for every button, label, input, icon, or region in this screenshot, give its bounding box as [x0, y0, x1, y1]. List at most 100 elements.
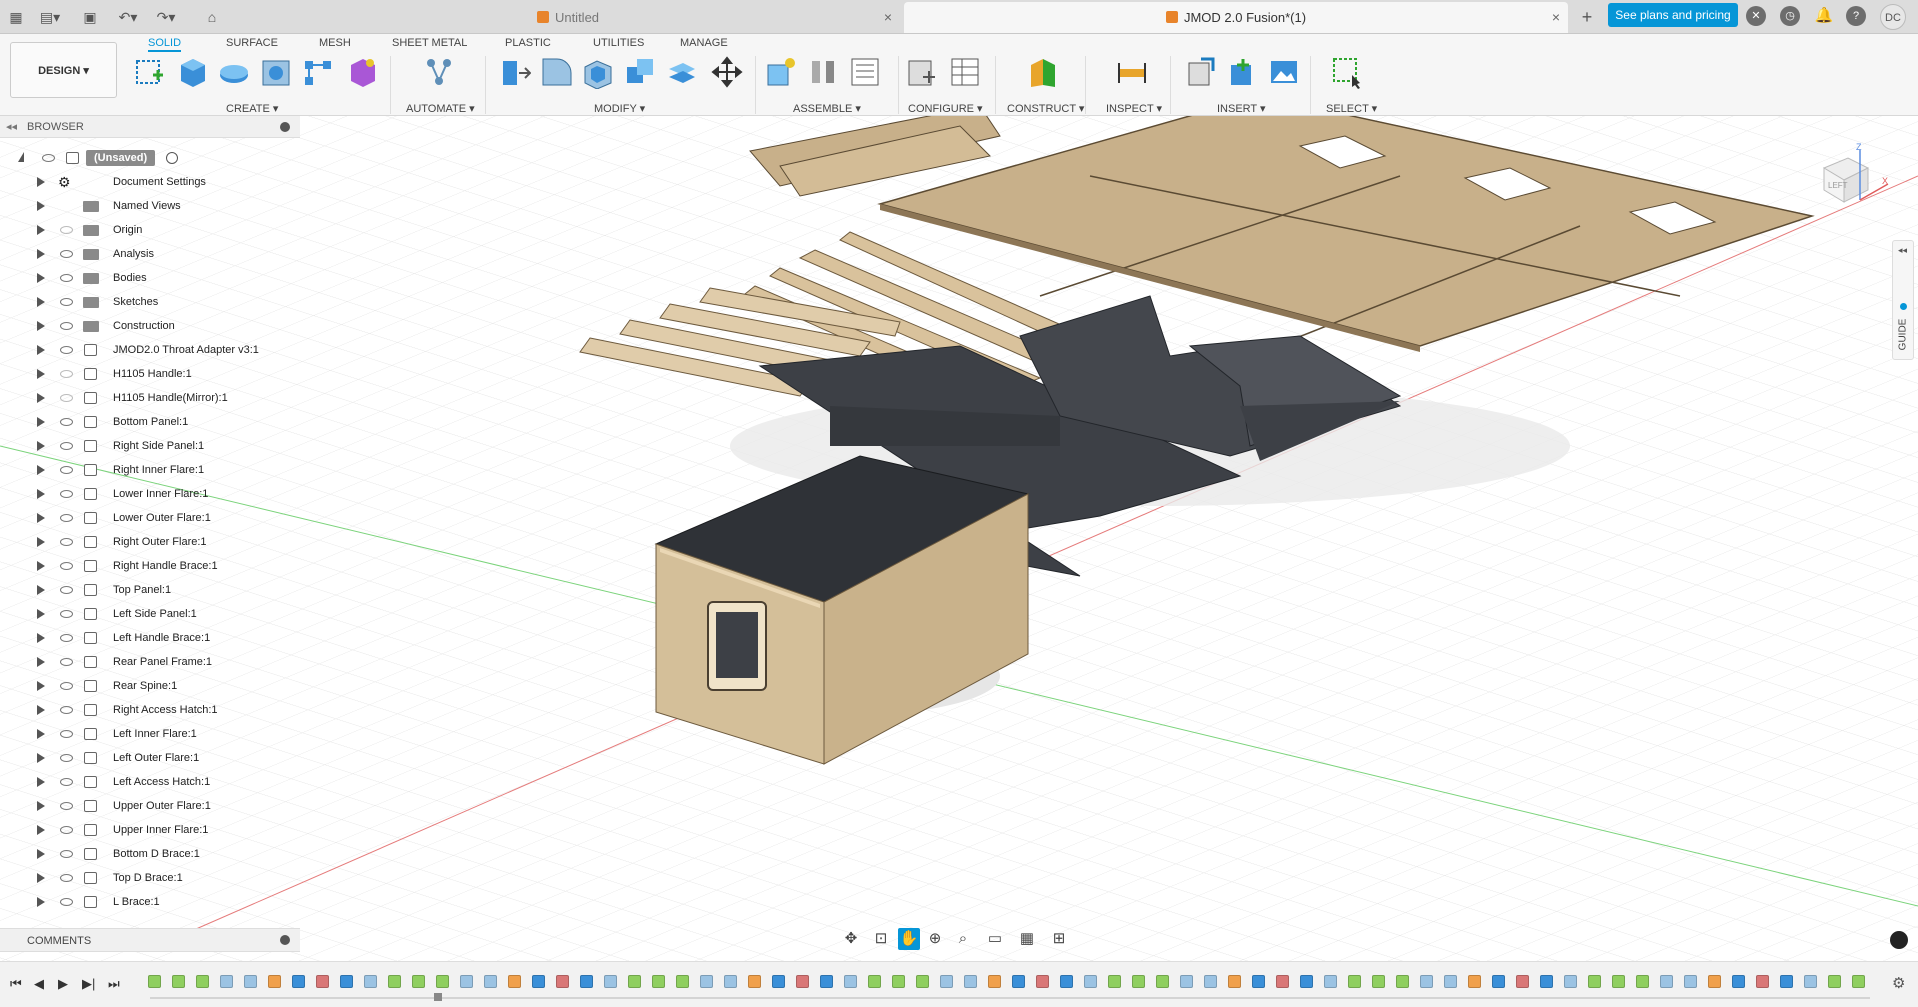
pattern-icon[interactable] — [301, 55, 335, 89]
browser-item[interactable]: Bottom Panel:1 — [0, 410, 300, 434]
pan-icon[interactable]: ✋ — [898, 928, 920, 950]
timeline-feature[interactable] — [1540, 975, 1553, 988]
zoom-window-icon[interactable]: ⊕ — [924, 928, 946, 950]
configure-icon[interactable] — [905, 55, 939, 89]
timeline-feature[interactable] — [1852, 975, 1865, 988]
timeline-feature[interactable] — [844, 975, 857, 988]
timeline-feature[interactable] — [340, 975, 353, 988]
visibility-icon[interactable] — [60, 826, 73, 834]
timeline-feature[interactable] — [1036, 975, 1049, 988]
timeline-feature[interactable] — [1372, 975, 1385, 988]
scale-icon[interactable] — [665, 55, 699, 89]
expand-icon[interactable] — [37, 753, 45, 763]
tab-sheet-metal[interactable]: SHEET METAL — [392, 34, 467, 52]
activity-icon[interactable] — [1890, 931, 1908, 949]
automate-menu[interactable]: AUTOMATE ▾ — [406, 102, 475, 115]
browser-item[interactable]: Sketches — [0, 290, 300, 314]
expand-icon[interactable] — [37, 609, 45, 619]
expand-icon[interactable] — [37, 801, 45, 811]
timeline-feature[interactable] — [748, 975, 761, 988]
timeline-feature[interactable] — [724, 975, 737, 988]
browser-item[interactable]: JMOD2.0 Throat Adapter v3:1 — [0, 338, 300, 362]
timeline-feature[interactable] — [1468, 975, 1481, 988]
timeline-feature[interactable] — [172, 975, 185, 988]
expand-icon[interactable] — [37, 441, 45, 451]
visibility-icon[interactable] — [60, 562, 73, 570]
create-sketch-icon[interactable] — [133, 55, 167, 89]
visibility-icon[interactable] — [60, 370, 73, 378]
browser-item[interactable]: Top Panel:1 — [0, 578, 300, 602]
timeline-feature[interactable] — [1204, 975, 1217, 988]
timeline-feature[interactable] — [1156, 975, 1169, 988]
new-component-icon[interactable] — [764, 55, 798, 89]
browser-item[interactable]: H1105 Handle(Mirror):1 — [0, 386, 300, 410]
expand-icon[interactable] — [37, 633, 45, 643]
previous-icon[interactable]: ◀ — [34, 976, 44, 992]
browser-item[interactable]: L Brace:1 — [0, 890, 300, 914]
browser-item[interactable]: Left Outer Flare:1 — [0, 746, 300, 770]
expand-icon[interactable] — [37, 489, 45, 499]
expand-icon[interactable] — [37, 465, 45, 475]
expand-icon[interactable] — [37, 849, 45, 859]
visibility-icon[interactable] — [60, 802, 73, 810]
timeline-feature[interactable] — [820, 975, 833, 988]
browser-item[interactable]: Right Inner Flare:1 — [0, 458, 300, 482]
see-plans-button[interactable]: See plans and pricing — [1608, 3, 1738, 27]
tab-mesh[interactable]: MESH — [319, 34, 351, 52]
comments-panel[interactable]: COMMENTS — [0, 928, 300, 952]
press-pull-icon[interactable] — [497, 55, 531, 89]
timeline-feature[interactable] — [604, 975, 617, 988]
timeline-feature[interactable] — [460, 975, 473, 988]
browser-root[interactable]: (Unsaved) — [0, 146, 300, 170]
expand-icon[interactable] — [37, 825, 45, 835]
timeline-feature[interactable] — [1732, 975, 1745, 988]
timeline-feature[interactable] — [1492, 975, 1505, 988]
visibility-icon[interactable] — [60, 274, 73, 282]
visibility-icon[interactable] — [60, 874, 73, 882]
timeline-feature[interactable] — [580, 975, 593, 988]
timeline-feature[interactable] — [1420, 975, 1433, 988]
timeline-feature[interactable] — [916, 975, 929, 988]
timeline-feature[interactable] — [1684, 975, 1697, 988]
timeline-feature[interactable] — [1636, 975, 1649, 988]
timeline-feature[interactable] — [316, 975, 329, 988]
visibility-icon[interactable] — [60, 394, 73, 402]
browser-item[interactable]: Left Side Panel:1 — [0, 602, 300, 626]
tab-utilities[interactable]: UTILITIES — [593, 34, 644, 52]
timeline-feature[interactable] — [1660, 975, 1673, 988]
timeline-feature[interactable] — [1444, 975, 1457, 988]
expand-icon[interactable] — [37, 561, 45, 571]
timeline-feature[interactable] — [1756, 975, 1769, 988]
visibility-icon[interactable] — [60, 850, 73, 858]
timeline-feature[interactable] — [1324, 975, 1337, 988]
timeline-feature[interactable] — [1180, 975, 1193, 988]
last-icon[interactable]: ⏭ — [108, 976, 120, 992]
visibility-icon[interactable] — [60, 586, 73, 594]
browser-item[interactable]: Right Access Hatch:1 — [0, 698, 300, 722]
measure-icon[interactable] — [1115, 55, 1149, 89]
collapse-icon[interactable]: ◂◂ — [6, 116, 17, 138]
timeline-feature[interactable] — [628, 975, 641, 988]
timeline-feature[interactable] — [1300, 975, 1313, 988]
select-icon[interactable] — [1330, 55, 1364, 89]
browser-item[interactable]: Top D Brace:1 — [0, 866, 300, 890]
browser-item[interactable]: Left Access Hatch:1 — [0, 770, 300, 794]
timeline-feature[interactable] — [532, 975, 545, 988]
grid-icon[interactable]: ▦ — [1016, 928, 1038, 950]
expand-icon[interactable] — [37, 681, 45, 691]
visibility-icon[interactable] — [60, 250, 73, 258]
visibility-icon[interactable] — [60, 658, 73, 666]
expand-icon[interactable] — [37, 345, 45, 355]
browser-item[interactable]: Right Outer Flare:1 — [0, 530, 300, 554]
tab-surface[interactable]: SURFACE — [226, 34, 278, 52]
timeline-feature[interactable] — [556, 975, 569, 988]
next-icon[interactable]: ▶| — [82, 976, 95, 992]
first-icon[interactable]: ⏮ — [10, 976, 22, 992]
visibility-icon[interactable] — [60, 754, 73, 762]
expand-icon[interactable] — [37, 369, 45, 379]
timeline-feature[interactable] — [364, 975, 377, 988]
browser-item[interactable]: Analysis — [0, 242, 300, 266]
orbit-icon[interactable]: ✥ — [840, 928, 862, 950]
tab-solid[interactable]: SOLID — [148, 34, 182, 52]
timeline-feature[interactable] — [1828, 975, 1841, 988]
